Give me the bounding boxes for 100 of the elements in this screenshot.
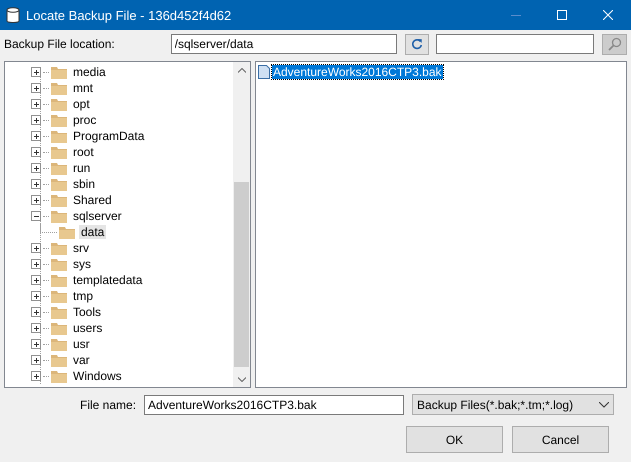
- expand-toggle[interactable]: [31, 115, 41, 125]
- folder-icon: [51, 66, 67, 78]
- tree-item[interactable]: proc: [71, 113, 98, 127]
- folder-icon: [51, 274, 67, 286]
- plus-icon: [32, 68, 40, 76]
- chevron-down-icon: [599, 402, 610, 408]
- expand-toggle[interactable]: [31, 259, 41, 269]
- scrollbar[interactable]: [233, 62, 250, 387]
- plus-icon: [32, 84, 40, 92]
- tree-item[interactable]: media: [71, 65, 108, 79]
- tree-item[interactable]: usr: [71, 337, 92, 351]
- folder-icon: [51, 370, 67, 382]
- folder-icon: [51, 354, 67, 366]
- scroll-down-icon[interactable]: [238, 376, 246, 382]
- tree-item[interactable]: mnt: [71, 81, 96, 95]
- expand-toggle[interactable]: [31, 243, 41, 253]
- tree-item[interactable]: sys: [71, 257, 93, 271]
- dialog-button[interactable]: OK: [406, 426, 503, 453]
- tree-item[interactable]: data: [79, 225, 106, 239]
- file-type-dropdown[interactable]: Backup Files(*.bak;*.tm;*.log): [412, 394, 614, 415]
- expand-toggle[interactable]: [31, 163, 41, 173]
- folder-icon: [51, 242, 67, 254]
- tree-item[interactable]: Shared: [71, 193, 114, 207]
- location-field[interactable]: /sqlserver/data: [170, 34, 398, 54]
- plus-icon: [32, 260, 40, 268]
- scroll-up-icon[interactable]: [238, 68, 246, 72]
- folder-icon: [51, 290, 67, 302]
- folder-icon: [59, 226, 75, 238]
- expand-toggle[interactable]: [31, 83, 41, 93]
- expand-toggle[interactable]: [31, 339, 41, 349]
- tree-item[interactable]: sbin: [71, 177, 98, 191]
- expand-toggle[interactable]: [31, 179, 41, 189]
- expand-toggle[interactable]: [31, 147, 41, 157]
- expand-toggle[interactable]: [31, 275, 41, 285]
- folder-icon: [51, 130, 67, 142]
- file-icon: [258, 65, 270, 79]
- refresh-icon: [411, 38, 424, 50]
- dialog-button[interactable]: Cancel: [512, 426, 609, 453]
- plus-icon: [32, 340, 40, 348]
- folder-icon: [51, 194, 67, 206]
- tree-item[interactable]: srv: [71, 241, 91, 255]
- plus-icon: [32, 356, 40, 364]
- file-name-field[interactable]: AdventureWorks2016CTP3.bak: [144, 394, 404, 414]
- plus-icon: [32, 244, 40, 252]
- expand-toggle[interactable]: [31, 99, 41, 109]
- tree-item[interactable]: opt: [71, 97, 92, 111]
- expand-toggle[interactable]: [31, 67, 41, 77]
- tree-item[interactable]: run: [71, 161, 92, 175]
- expand-toggle[interactable]: [31, 307, 41, 317]
- expand-toggle[interactable]: [31, 291, 41, 301]
- expand-toggle[interactable]: [31, 355, 41, 365]
- plus-icon: [32, 132, 40, 140]
- folder-icon: [51, 98, 67, 110]
- plus-icon: [32, 196, 40, 204]
- tree-item[interactable]: Windows: [71, 369, 124, 383]
- plus-icon: [32, 164, 40, 172]
- expand-toggle[interactable]: [31, 371, 41, 381]
- close-icon: [603, 10, 613, 20]
- tree-item[interactable]: root: [71, 145, 96, 159]
- expand-toggle[interactable]: [31, 131, 41, 141]
- tree-item[interactable]: tmp: [71, 289, 96, 303]
- plus-icon: [32, 276, 40, 284]
- folder-icon: [51, 306, 67, 318]
- plus-icon: [32, 116, 40, 124]
- plus-icon: [32, 100, 40, 108]
- plus-icon: [32, 324, 40, 332]
- search-icon: [608, 37, 622, 51]
- plus-icon: [32, 308, 40, 316]
- folder-icon: [51, 114, 67, 126]
- plus-icon: [32, 148, 40, 156]
- tree-item[interactable]: var: [71, 353, 92, 367]
- expand-toggle[interactable]: [31, 323, 41, 333]
- folder-icon: [51, 82, 67, 94]
- plus-icon: [32, 372, 40, 380]
- folder-icon: [51, 146, 67, 158]
- folder-icon: [51, 178, 67, 190]
- location-label: Backup File location:: [4, 37, 116, 51]
- folder-icon: [51, 162, 67, 174]
- tree-item[interactable]: Tools: [71, 305, 104, 319]
- file-name-label: File name:: [80, 398, 136, 412]
- tree-item[interactable]: ProgramData: [71, 129, 146, 143]
- window-title: Locate Backup File - 136d452f4d62: [26, 8, 232, 22]
- plus-icon: [32, 292, 40, 300]
- tree-item[interactable]: users: [71, 321, 104, 335]
- tree-item[interactable]: sqlserver: [71, 209, 124, 223]
- refresh-button[interactable]: [405, 34, 430, 54]
- search-button[interactable]: [602, 34, 627, 54]
- expand-toggle[interactable]: [31, 195, 41, 205]
- tree-item[interactable]: templatedata: [71, 273, 144, 287]
- folder-icon: [51, 338, 67, 350]
- file-item[interactable]: AdventureWorks2016CTP3.bak: [272, 65, 443, 79]
- collapse-toggle[interactable]: [31, 211, 41, 221]
- search-field[interactable]: [436, 34, 594, 54]
- folder-icon: [51, 258, 67, 270]
- folder-icon: [51, 210, 67, 222]
- plus-icon: [32, 180, 40, 188]
- folder-icon: [51, 322, 67, 334]
- maximize-icon: [557, 10, 567, 20]
- minimize-icon: [511, 14, 521, 16]
- database-icon: [6, 6, 20, 24]
